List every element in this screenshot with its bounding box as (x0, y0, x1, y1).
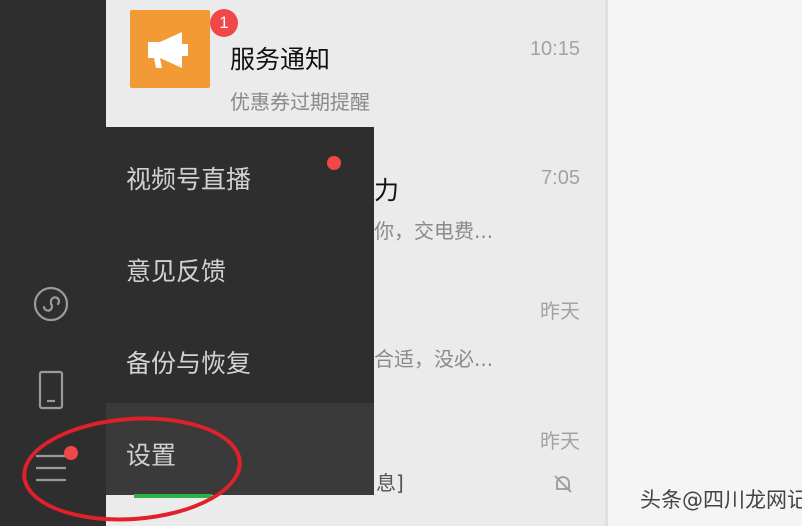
menu-item-backup-restore[interactable]: 备份与恢复 (106, 311, 374, 403)
unread-badge: 1 (210, 9, 238, 37)
megaphone-avatar: 1 (130, 9, 238, 88)
chat-time: 10:15 (529, 38, 580, 60)
watermark-text: @四川龙网记 (682, 488, 802, 512)
chat-preview: 息] (376, 471, 404, 495)
chat-preview: 你，交电费... (374, 219, 494, 243)
mute-bell-icon (552, 473, 574, 495)
menu-item-dot (327, 156, 341, 170)
chat-time: 7:05 (541, 167, 580, 189)
menu-item-label: 视频号直播 (126, 165, 252, 194)
chat-time: 昨天 (540, 301, 580, 323)
chat-title: 服务通知 (230, 45, 331, 74)
chat-item-service-notice[interactable]: 1 服务通知 优惠券过期提醒 10:15 (106, 0, 608, 114)
menu-item-channels-live[interactable]: 视频号直播 (106, 127, 374, 219)
phone-icon[interactable] (33, 370, 69, 410)
menu-item-label: 意见反馈 (126, 257, 227, 286)
watermark: 头条@四川龙网记 (640, 484, 802, 514)
menu-item-label: 备份与恢复 (126, 349, 252, 378)
chat-preview: 合适，没必... (374, 347, 494, 371)
menu-item-feedback[interactable]: 意见反馈 (106, 219, 374, 311)
chat-title: 力 (374, 176, 400, 205)
mini-program-icon[interactable] (33, 286, 69, 322)
chat-time: 昨天 (540, 431, 580, 453)
conversation-pane (608, 0, 802, 526)
watermark-prefix: 头条 (640, 488, 682, 512)
